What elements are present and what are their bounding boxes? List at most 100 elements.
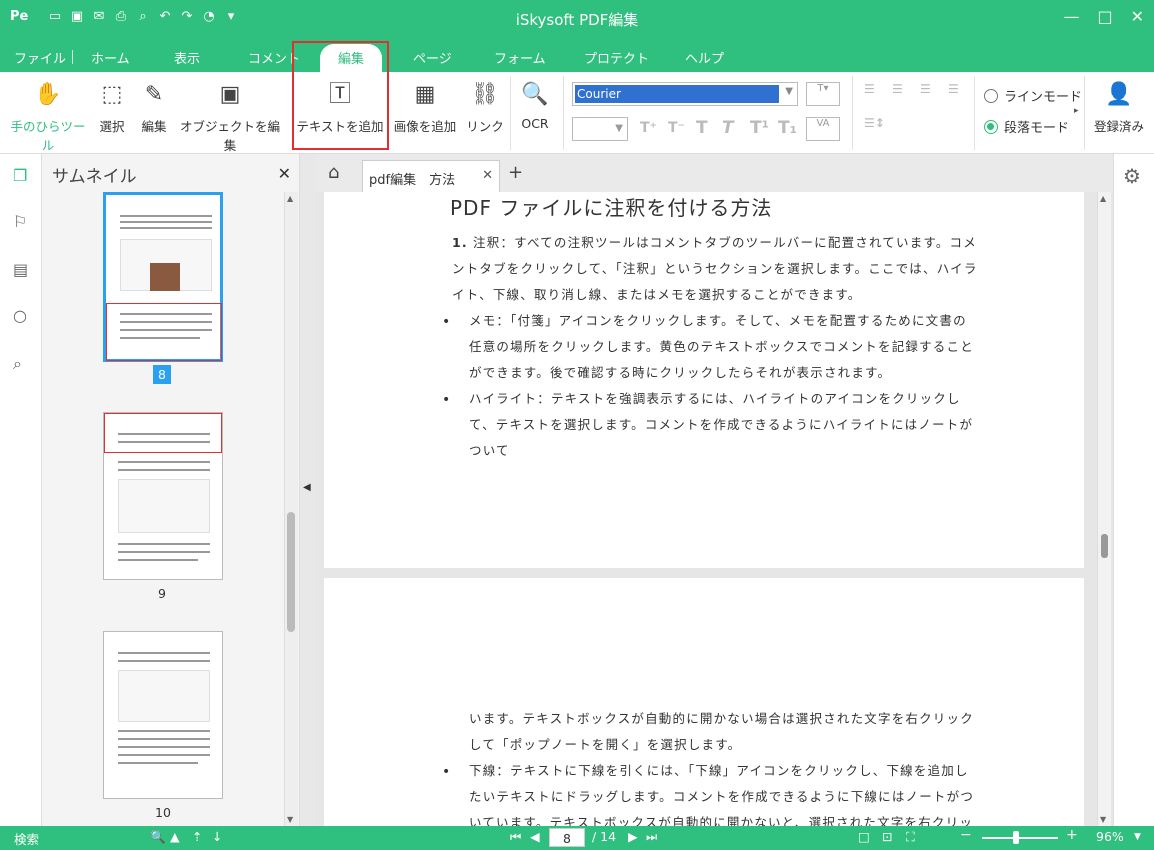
search-document-icon[interactable]: ⌕	[13, 354, 22, 374]
close-tab-icon[interactable]: ✕	[482, 168, 493, 183]
scrollbar-thumb[interactable]	[1101, 534, 1108, 558]
fullscreen-icon[interactable]: ⛶	[906, 829, 915, 845]
edit-button[interactable]: ✎ 編集	[137, 80, 171, 135]
zoom-out-button[interactable]: −	[960, 827, 972, 843]
page-thumbnail[interactable]	[103, 631, 223, 799]
tab-separator	[72, 50, 73, 64]
gear-icon[interactable]: ⚙	[1123, 164, 1141, 188]
panel-title: サムネイル	[52, 167, 137, 187]
zoom-slider-thumb[interactable]	[1013, 831, 1019, 844]
character-spacing-select[interactable]: VA	[806, 117, 840, 141]
last-page-icon[interactable]: ⏭	[646, 829, 657, 845]
chevron-down-icon[interactable]: ▼	[1134, 832, 1141, 842]
ocr-button[interactable]: 🔍 OCR	[516, 80, 554, 131]
bookmark-icon[interactable]: ⚐	[13, 212, 27, 231]
minimize-button[interactable]: —	[1063, 7, 1079, 26]
align-left-icon[interactable]: ☰	[864, 82, 875, 96]
edit-object-label: オブジェクトを編集	[179, 119, 280, 153]
decrease-size-icon[interactable]: T⁻	[668, 120, 685, 136]
fit-width-icon[interactable]: ⊡	[882, 829, 892, 844]
first-page-icon[interactable]: ⏮	[510, 829, 521, 845]
next-result-icon[interactable]: ↓	[212, 829, 222, 844]
status-bar: 検索 🔍 ▲ ⇡ ↓ ⏮ ◀ 8 / 14 ▶ ⏭ □ ⊡ ⛶ − + 96% …	[0, 826, 1154, 850]
bullet: •	[442, 314, 451, 330]
document-tab[interactable]: pdf編集 方法 ✕	[362, 160, 500, 192]
hand-tool-button[interactable]: ✋ 手のひらツール	[8, 80, 88, 154]
spacing-icon: VA	[816, 118, 830, 129]
arrow-up-icon[interactable]: ▲	[170, 829, 180, 844]
chevron-up-icon[interactable]: ▲	[287, 194, 293, 203]
zoom-in-button[interactable]: +	[1066, 827, 1078, 843]
tab-home[interactable]: ホーム	[91, 48, 130, 67]
page-number-input[interactable]: 8	[549, 828, 585, 847]
ribbon-expand-icon[interactable]: ▸	[1074, 106, 1079, 116]
close-button[interactable]: ✕	[1131, 7, 1144, 26]
home-icon[interactable]: ⌂	[328, 162, 339, 183]
thumbnail-scrollbar[interactable]: ▲ ▼	[284, 192, 298, 826]
collapse-arrow-icon[interactable]: ◀	[303, 482, 311, 493]
first-result-icon[interactable]: ⇡	[192, 829, 202, 844]
tab-view[interactable]: 表示	[174, 48, 200, 67]
next-page-icon[interactable]: ▶	[628, 829, 638, 844]
chevron-down-icon: ▼	[615, 123, 623, 134]
close-icon[interactable]: ✕	[278, 164, 291, 183]
add-image-button[interactable]: ▦ 画像を追加	[390, 80, 460, 135]
line-spacing-icon[interactable]: ☰↕	[864, 116, 885, 130]
document-scrollbar[interactable]: ▲ ▼	[1097, 192, 1111, 826]
search-icon[interactable]: 🔍	[150, 829, 166, 845]
font-size-select[interactable]: T▾	[806, 82, 840, 106]
align-right-icon[interactable]: ☰	[920, 82, 931, 96]
subscript-icon[interactable]: T₁	[778, 118, 797, 138]
add-tab-icon[interactable]: +	[508, 162, 523, 183]
previous-page-icon[interactable]: ◀	[530, 829, 540, 844]
ribbon-separator	[510, 76, 511, 150]
font-color-select[interactable]: ▼	[572, 117, 628, 141]
tab-file[interactable]: ファイル	[14, 48, 66, 67]
pdf-page: PDF ファイルに注釈を付ける方法 1. 注釈：すべての注釈ツールはコメントタブ…	[324, 192, 1084, 568]
tab-form[interactable]: フォーム	[494, 48, 546, 67]
panel-collapse-bar[interactable]: ◀	[300, 154, 316, 826]
chevron-up-icon[interactable]: ▲	[1100, 194, 1106, 203]
tab-page[interactable]: ページ	[413, 48, 452, 67]
fit-page-icon[interactable]: □	[858, 829, 870, 844]
scrollbar-thumb[interactable]	[287, 512, 295, 632]
line-mode-radio[interactable]: ラインモード	[984, 86, 1082, 105]
bold-icon[interactable]: T	[696, 118, 708, 138]
ocr-label: OCR	[521, 116, 549, 131]
account-label: 登録済み	[1093, 119, 1144, 134]
superscript-icon[interactable]: T¹	[750, 118, 769, 138]
ocr-icon: 🔍	[521, 82, 549, 107]
page-number-label: 8	[153, 365, 171, 384]
edit-object-button[interactable]: ▣ オブジェクトを編集	[178, 80, 282, 154]
increase-size-icon[interactable]: T⁺	[640, 120, 657, 136]
tab-help[interactable]: ヘルプ	[685, 48, 724, 67]
tab-protect[interactable]: プロテクト	[584, 48, 649, 67]
account-button[interactable]: 👤 登録済み	[1088, 80, 1150, 135]
zoom-level[interactable]: 96%	[1096, 829, 1124, 844]
list-number: 1.	[452, 235, 468, 250]
thumbnails-icon[interactable]: ❐	[13, 166, 27, 185]
align-center-icon[interactable]: ☰	[892, 82, 903, 96]
chevron-down-icon[interactable]: ▼	[1100, 815, 1106, 824]
link-button[interactable]: ⛓ リンク	[466, 80, 504, 135]
font-family-select[interactable]: Courier ▼	[572, 82, 798, 106]
paragraph-mode-radio[interactable]: 段落モード	[984, 117, 1069, 136]
edit-object-icon: ▣	[219, 82, 241, 107]
page-total: / 14	[592, 829, 617, 844]
page-thumbnail[interactable]	[103, 192, 223, 362]
page-thumbnail[interactable]	[103, 412, 223, 580]
chevron-down-icon[interactable]: ▼	[287, 815, 293, 824]
italic-icon[interactable]: T	[722, 118, 734, 138]
select-button[interactable]: ⬚ 選択	[94, 80, 130, 135]
paragraph-mode-label: 段落モード	[1004, 121, 1070, 136]
paragraph-text: 注釈：すべての注釈ツールはコメントタブのツールバーに配置されています。コメントタ…	[452, 235, 978, 302]
search-label[interactable]: 検索	[14, 829, 39, 848]
thumbnail-panel: サムネイル ✕ 8 9 10 ▲ ▼	[42, 154, 300, 826]
maximize-button[interactable]: □	[1097, 7, 1112, 26]
search-icon[interactable]: ○	[13, 306, 27, 325]
align-justify-icon[interactable]: ☰	[948, 82, 959, 96]
zoom-slider[interactable]	[982, 837, 1058, 839]
comment-icon[interactable]: ▤	[13, 260, 28, 279]
pdf-page: います。テキストボックスが自動的に開かない場合は選択された文字を右クリックして「…	[324, 578, 1084, 826]
bullet-text: メモ：「付箋」アイコンをクリックします。そして、メモを配置するために文書の任意の…	[469, 313, 974, 380]
